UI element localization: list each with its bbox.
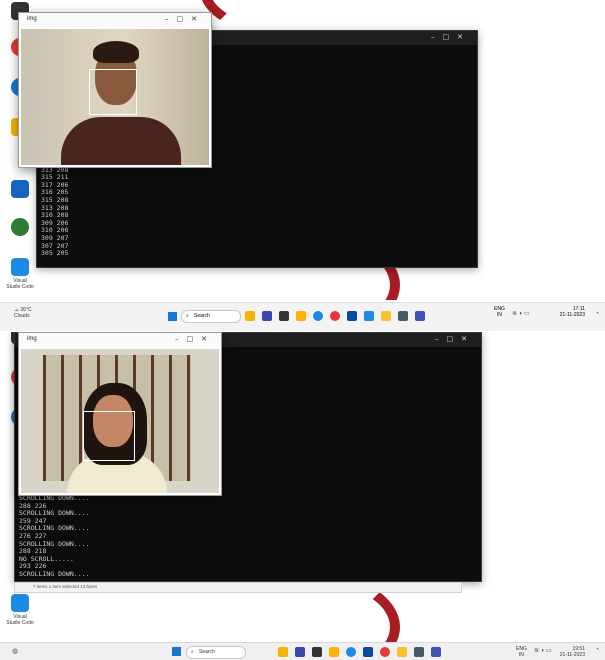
system-tray-icons[interactable]: ≋ ◖ ▭ bbox=[512, 310, 530, 317]
screenshot-top: Visual Studio Code –□✕ 307 205313 208315… bbox=[0, 0, 605, 300]
person-body bbox=[61, 117, 181, 165]
taskbar-app-vscode[interactable] bbox=[364, 311, 374, 321]
weather-text: Clouds bbox=[14, 313, 30, 319]
taskbar-app-terminal[interactable] bbox=[279, 311, 289, 321]
taskbar-app-paint[interactable] bbox=[415, 311, 425, 321]
explorer-status-text: 7 items 1 item selected 13 bytes bbox=[33, 584, 98, 589]
taskbar-app-chrome[interactable] bbox=[330, 311, 340, 321]
taskbar-app-paint[interactable] bbox=[431, 647, 441, 657]
notification-bell-icon[interactable]: ◔ bbox=[595, 311, 599, 317]
explorer-status-bar: 7 items 1 item selected 13 bytes bbox=[14, 582, 462, 593]
lang-bottom: IN bbox=[518, 652, 524, 658]
console-line: SCROLLING DOWN.... bbox=[19, 569, 90, 578]
clock[interactable]: 17:11 21-11-2023 bbox=[560, 306, 585, 318]
taskbar-app-monitor[interactable] bbox=[398, 311, 408, 321]
desktop-icon-vscode[interactable]: Visual Studio Code bbox=[6, 258, 34, 290]
language-indicator[interactable]: ENG IN bbox=[494, 306, 505, 318]
language-indicator[interactable]: ENG IN bbox=[516, 646, 527, 658]
search-box[interactable]: ⌕ Search bbox=[181, 310, 241, 323]
desktop-icon-label: Visual Studio Code bbox=[6, 614, 34, 626]
search-icon: ⌕ bbox=[186, 313, 189, 319]
screenshot-bottom: Visual Studio Code –□✕ SCROLLING DOWN...… bbox=[0, 332, 605, 660]
taskbar-top-screenshot: ☁ 26°C Clouds ⌕ Search ENG IN ≋ ◖ ▭ 17:1… bbox=[0, 302, 605, 331]
console-output: 307 205313 208315 211317 206316 205315 2… bbox=[41, 158, 69, 258]
taskbar-app-photos[interactable] bbox=[245, 311, 255, 321]
person-hair bbox=[93, 41, 139, 63]
taskbar-app-monitor[interactable] bbox=[414, 647, 424, 657]
face-detection-box bbox=[83, 411, 135, 461]
wifi-icon: ≋ bbox=[512, 311, 518, 317]
search-placeholder: Search bbox=[199, 649, 215, 655]
search-box[interactable]: ⌕ Search bbox=[186, 646, 246, 659]
camera-titlebar[interactable]: img –□✕ bbox=[19, 333, 221, 347]
window-controls[interactable]: –□✕ bbox=[165, 15, 205, 23]
window-controls[interactable]: –□✕ bbox=[431, 33, 471, 41]
clock-date: 21-11-2023 bbox=[559, 312, 585, 318]
vscode-icon bbox=[11, 258, 29, 276]
taskbar-app-python[interactable] bbox=[381, 311, 391, 321]
weather-widget[interactable]: ☁ 26°C Clouds bbox=[14, 307, 32, 319]
desktop-icon-devc[interactable] bbox=[6, 180, 34, 200]
window-controls[interactable]: –□✕ bbox=[175, 335, 215, 343]
taskbar-app-chrome[interactable] bbox=[380, 647, 390, 657]
battery-icon: ▭ bbox=[546, 648, 552, 654]
taskbar-app-photos[interactable] bbox=[278, 647, 288, 657]
taskbar-app-store[interactable] bbox=[347, 311, 357, 321]
webcam-feed bbox=[21, 29, 209, 165]
desktop-icon-mongodb[interactable] bbox=[6, 218, 34, 238]
desktop-icon-label: Visual Studio Code bbox=[6, 278, 34, 290]
taskbar-app-edge[interactable] bbox=[313, 311, 323, 321]
camera-window-title: img bbox=[27, 16, 37, 22]
volume-icon: ◖ bbox=[540, 648, 545, 654]
taskbar-app-store[interactable] bbox=[363, 647, 373, 657]
taskbar-app-terminal[interactable] bbox=[312, 647, 322, 657]
taskbar-app-chat[interactable] bbox=[295, 647, 305, 657]
camera-window[interactable]: img –□✕ bbox=[18, 12, 212, 168]
face-detection-box bbox=[89, 69, 137, 115]
start-button[interactable] bbox=[172, 647, 181, 656]
console-line: 305 205 bbox=[41, 249, 69, 258]
taskbar-app-python[interactable] bbox=[397, 647, 407, 657]
taskbar-bottom-screenshot: ◍ ⌕ Search ENG IN ≋ ◖ ▭ 19:51 21-11-2023… bbox=[0, 642, 605, 660]
taskbar-app-files[interactable] bbox=[296, 311, 306, 321]
lang-bottom: IN bbox=[496, 312, 502, 318]
window-controls[interactable]: –□✕ bbox=[435, 335, 475, 343]
clock-date: 21-11-2023 bbox=[559, 652, 585, 658]
desktop-icon-vscode[interactable]: Visual Studio Code bbox=[6, 594, 34, 626]
taskbar-app-chat[interactable] bbox=[262, 311, 272, 321]
start-button[interactable] bbox=[168, 312, 177, 321]
console-output: SCROLLING DOWN.... 288 226 SCROLLING DOWN.… bbox=[19, 494, 90, 579]
vscode-icon bbox=[11, 594, 29, 612]
taskbar-app-files[interactable] bbox=[329, 647, 339, 657]
taskbar-app-edge[interactable] bbox=[346, 647, 356, 657]
battery-icon: ▭ bbox=[524, 311, 530, 317]
webcam-feed bbox=[21, 349, 219, 493]
camera-window[interactable]: img –□✕ bbox=[18, 332, 222, 496]
search-placeholder: Search bbox=[194, 313, 210, 319]
clock[interactable]: 19:51 21-11-2023 bbox=[560, 646, 585, 658]
system-tray-icons[interactable]: ≋ ◖ ▭ bbox=[534, 647, 552, 654]
wifi-icon: ≋ bbox=[534, 648, 540, 654]
volume-icon: ◖ bbox=[518, 311, 523, 317]
camera-titlebar[interactable]: img –□✕ bbox=[19, 13, 211, 27]
notification-bell-icon[interactable]: ◔ bbox=[595, 647, 599, 653]
weather-icon[interactable]: ◍ bbox=[12, 647, 18, 655]
camera-window-title: img bbox=[27, 336, 37, 342]
search-icon: ⌕ bbox=[191, 649, 194, 655]
